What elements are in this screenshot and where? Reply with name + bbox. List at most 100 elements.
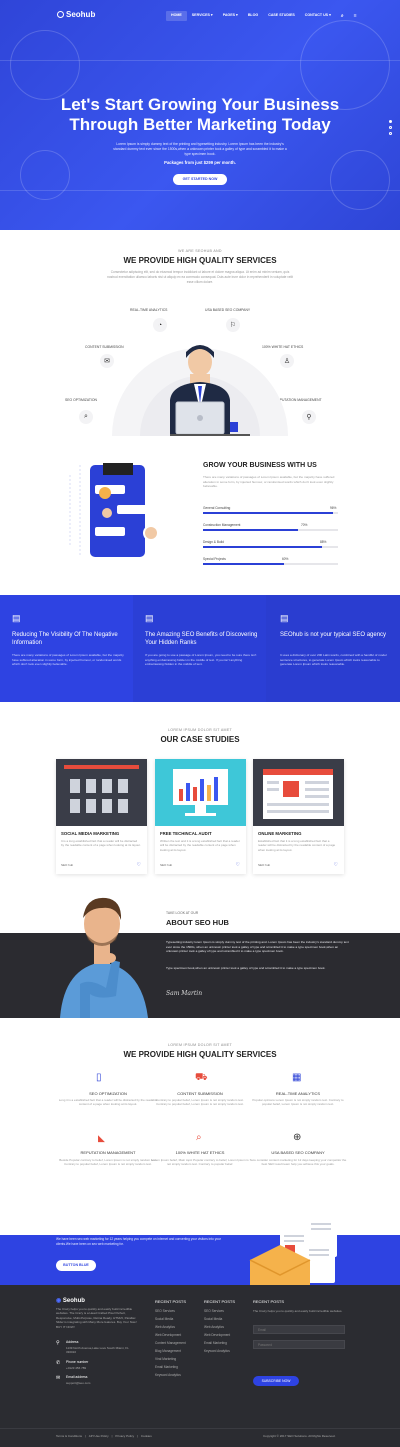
document-icon: ▤ — [280, 613, 289, 623]
support-text: We have been seo web marketing for 12 ye… — [56, 1237, 221, 1246]
phone-illustration — [69, 463, 159, 557]
heart-icon[interactable]: ♡ — [236, 862, 240, 868]
nav-contact[interactable]: CONTACT US ▾ — [300, 11, 336, 21]
footer-legal-links: Terms & Conditions | API Use Policy | Priv… — [56, 1434, 152, 1438]
phone-label: Phone number — [66, 1360, 89, 1364]
support-title: CUSTOMER SUPPORT — [56, 1227, 132, 1234]
menu-icon[interactable]: ≡ — [349, 11, 362, 21]
search-icon[interactable]: ⌕ — [336, 11, 349, 21]
address-text: 1139 North Avenue,Lake Love South Miami,… — [66, 1346, 129, 1355]
mobile-icon: ▯ — [96, 1072, 102, 1083]
progress-fill — [203, 546, 322, 548]
nav-services[interactable]: SERVICES ▾ — [187, 11, 218, 21]
service-text: Sure consider content marketing for 12 d… — [249, 1158, 347, 1167]
footer-link[interactable]: Web Analytics — [155, 1325, 175, 1329]
api-policy-link[interactable]: API Use Policy — [89, 1434, 109, 1438]
footer-link[interactable]: Social Media — [204, 1317, 222, 1321]
footer-link[interactable]: Social Media — [155, 1317, 173, 1321]
nav-pages[interactable]: PAGES ▾ — [218, 11, 243, 21]
service-title: CONTENT SUBMISSION — [177, 1091, 223, 1096]
progress-percent: 60% — [282, 557, 289, 561]
email-text[interactable]: support@seo.com — [66, 1381, 90, 1385]
footer-link[interactable]: SEO Services — [155, 1309, 175, 1313]
about-kicker: TAKE LOOK AT OUR — [166, 911, 199, 915]
consultant-illustration — [112, 345, 288, 436]
services-kicker: WE ARE SEOHUB AND — [178, 249, 222, 253]
service-title: 100% WHITE HAT ETHICS — [175, 1150, 225, 1155]
footer-col-title: RECENT POSTS — [204, 1299, 236, 1304]
footer-link[interactable]: Keyword Analytics — [155, 1373, 181, 1377]
footer-link[interactable]: Web Development — [204, 1333, 230, 1337]
case-meta: SEO hub — [61, 863, 74, 867]
cookies-link[interactable]: Cookies — [141, 1434, 152, 1438]
case-title[interactable]: ONLINE MARKETING — [258, 831, 301, 836]
nav-home[interactable]: HOME — [166, 11, 187, 21]
footer-about: The Crazy helps you to quickly and easil… — [56, 1307, 137, 1329]
cases-kicker: LOREM IPSUM DOLOR SIT AMET — [167, 728, 233, 732]
case-image — [155, 759, 246, 826]
case-card[interactable]: FREE TECHINCAL AUDIT Written the text an… — [155, 759, 246, 874]
about-title: ABOUT SEO HUB — [166, 918, 229, 927]
signature: Sam Martin — [166, 990, 202, 997]
hero-line — [0, 190, 400, 191]
document-icon: ▤ — [12, 613, 21, 623]
copyright: Copyright © 2017 SEO Solutions. All Righ… — [263, 1434, 336, 1438]
footer-logo[interactable]: ◉ Seohub — [56, 1297, 85, 1304]
man-illustration — [60, 897, 148, 1018]
footer-link[interactable]: Viral Marketing — [155, 1357, 176, 1361]
slider-dot[interactable] — [389, 132, 392, 135]
footer-link[interactable]: Web Development — [155, 1333, 181, 1337]
heart-icon[interactable]: ♡ — [334, 862, 338, 868]
footer-logo-text: Seohub — [62, 1298, 85, 1304]
nav-case-studies[interactable]: CASE STUDIES — [263, 11, 300, 21]
newsletter-password-input[interactable] — [253, 1340, 345, 1349]
case-card[interactable]: ONLINE MARKETING Established fact that i… — [253, 759, 344, 874]
case-text: Written the text and it is a long establ… — [160, 839, 240, 852]
reputation-icon: ⚲ — [302, 410, 316, 424]
megaphone-icon: ◣ — [98, 1133, 105, 1143]
footer-link[interactable]: Blog Management — [155, 1349, 181, 1353]
progress-percent: 96% — [330, 506, 337, 510]
feature-column: ▤ SEOhub is not your typical SEO agency … — [266, 595, 400, 702]
email-label: Email address — [66, 1375, 88, 1379]
hero-section: Seohub HOME SERVICES ▾ PAGES ▾ BLOG CASE… — [0, 0, 400, 230]
service-text: Beside Popular contrary to belief, Lorem… — [59, 1158, 157, 1167]
case-title[interactable]: FREE TECHINCAL AUDIT — [160, 831, 212, 836]
footer-link[interactable]: Keyword Analytics — [204, 1349, 230, 1353]
privacy-link[interactable]: Privacy Policy — [115, 1434, 134, 1438]
footer-link[interactable]: SEO Services — [204, 1309, 224, 1313]
envelope-illustration — [249, 1217, 337, 1285]
hero-line — [0, 60, 400, 61]
footer-link[interactable]: Email Marketing — [155, 1365, 178, 1369]
terms-link[interactable]: Terms & Conditions — [56, 1434, 82, 1438]
service-title: SEO OPTIMIZATION — [89, 1091, 127, 1096]
footer-col-title: RECENT POSTS — [253, 1299, 285, 1304]
slider-dot[interactable] — [389, 126, 392, 129]
nav-blog[interactable]: BLOG — [243, 11, 263, 21]
case-card[interactable]: SOCIAL MEDIA MARKETING It is a long esta… — [56, 759, 147, 874]
site-logo[interactable]: Seohub — [57, 10, 95, 19]
footer-divider — [0, 1428, 400, 1429]
footer: ◉ Seohub The Crazy helps you to quickly … — [0, 1285, 400, 1447]
footer-link[interactable]: Content Management — [155, 1341, 186, 1345]
document-icon: ▤ — [145, 613, 154, 623]
case-text: It is a long established fact that a rea… — [61, 839, 141, 848]
services2-title: WE PROVIDE HIGH QUALITY SERVICES — [123, 1050, 277, 1059]
case-title[interactable]: SOCIAL MEDIA MARKETING — [61, 831, 119, 836]
progress-fill — [203, 563, 284, 565]
subscribe-button[interactable]: SUBSCRIBE NOW — [253, 1376, 299, 1386]
cart-icon: ⛟ — [195, 1072, 208, 1083]
case-meta: SEO hub — [160, 863, 173, 867]
get-started-button[interactable]: GET STARTED NOW — [173, 174, 227, 185]
slider-dot[interactable] — [389, 120, 392, 123]
hero-title-line2: Through Better Marketing Today — [69, 115, 331, 134]
case-meta: SEO hub — [258, 863, 271, 867]
newsletter-email-input[interactable] — [253, 1325, 345, 1334]
heart-icon[interactable]: ♡ — [137, 862, 141, 868]
footer-link[interactable]: Email Marketing — [204, 1341, 227, 1345]
signature-text: Sam Martin — [166, 990, 203, 997]
logo-text: Seohub — [66, 10, 96, 19]
footer-link[interactable]: Web Analytics — [204, 1325, 224, 1329]
support-button[interactable]: BUTTON BLUE — [56, 1260, 96, 1271]
navbar: Seohub HOME SERVICES ▾ PAGES ▾ BLOG CASE… — [0, 8, 400, 22]
